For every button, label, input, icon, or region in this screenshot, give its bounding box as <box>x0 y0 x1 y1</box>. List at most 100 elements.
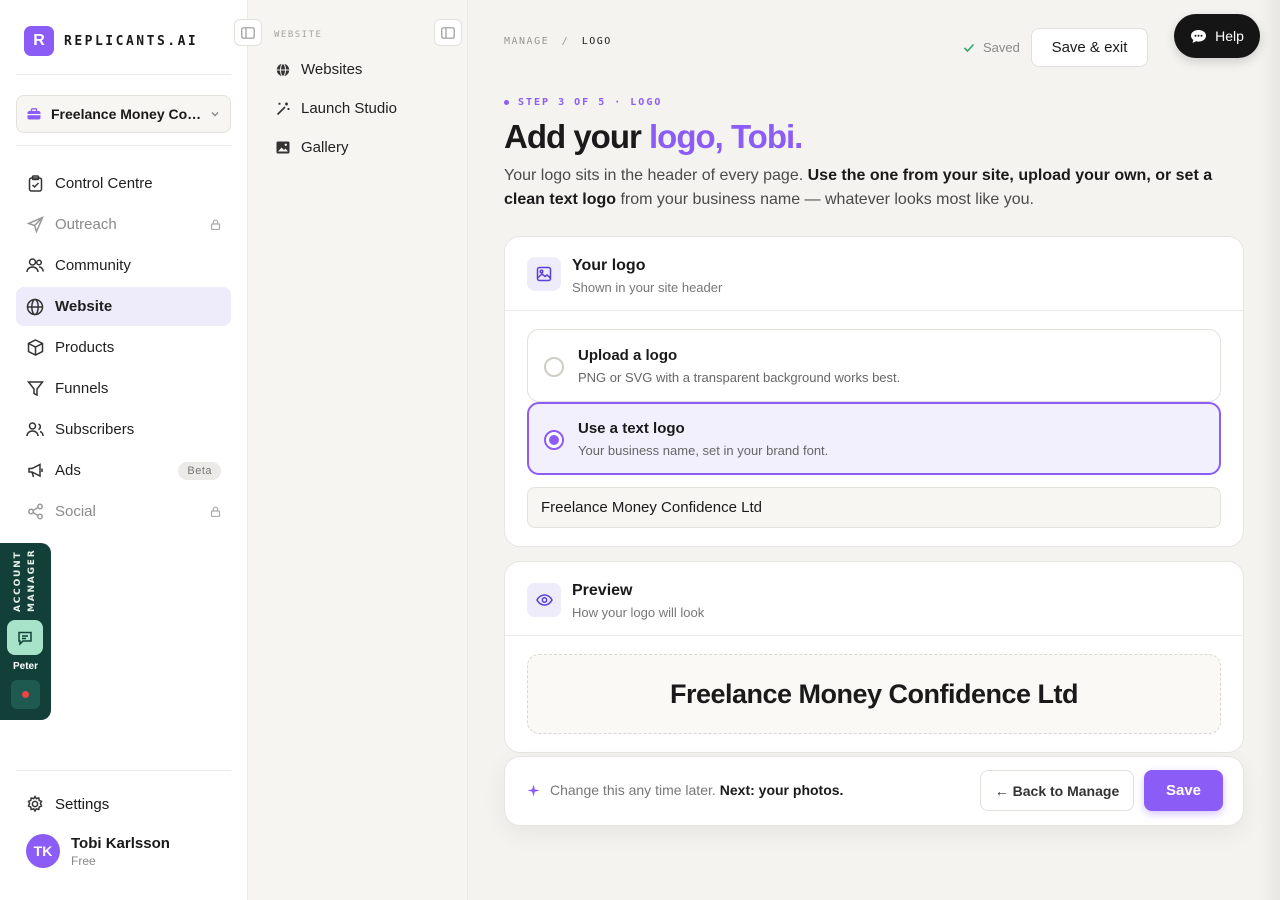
eye-icon <box>527 583 561 617</box>
status-dot <box>22 691 29 698</box>
clipboard-icon <box>26 175 44 193</box>
nav-label: Funnels <box>55 380 109 397</box>
breadcrumb-separator: / <box>561 36 570 47</box>
sparkle-icon <box>527 784 540 796</box>
image-icon <box>527 257 561 291</box>
card-subtitle: How your logo will look <box>572 605 705 620</box>
user-profile[interactable]: TK Tobi Karlsson Free <box>26 834 170 868</box>
user-plan: Free <box>71 853 96 868</box>
nav-item-social[interactable]: Social <box>16 492 231 531</box>
option-upload-logo[interactable]: Upload a logo PNG or SVG with a transpar… <box>527 329 1221 402</box>
avatar: TK <box>26 834 60 868</box>
nav-item-products[interactable]: Products <box>16 328 231 367</box>
nav-item-community[interactable]: Community <box>16 246 231 285</box>
settings-link[interactable]: Settings <box>26 795 109 813</box>
image-icon <box>276 141 290 154</box>
radio-text-logo[interactable] <box>544 430 564 450</box>
nav-label: Products <box>55 339 115 356</box>
nav-label: Ads <box>55 462 81 479</box>
nav-item-subscribers[interactable]: Subscribers <box>16 410 231 449</box>
beta-badge: Beta <box>178 461 221 480</box>
step-dot <box>504 100 509 105</box>
step-indicator: STEP 3 OF 5 · LOGO <box>504 97 662 108</box>
brand[interactable]: R REPLICANTS.AI <box>24 26 198 56</box>
nav-label: Social <box>55 503 96 520</box>
logo-preview: Freelance Money Confidence Ltd <box>527 654 1221 734</box>
subnav-title: WEBSITE <box>274 30 323 40</box>
preview-card: Preview How your logo will look Freelanc… <box>504 561 1244 753</box>
save-status: Saved <box>963 40 1020 55</box>
nav-item-outreach[interactable]: Outreach <box>16 205 231 244</box>
nav-label: Control Centre <box>55 175 153 192</box>
radio-upload-logo[interactable] <box>544 357 564 377</box>
subnav-item-gallery[interactable]: Gallery <box>276 139 349 156</box>
intro-part1: Your logo sits in the header of every pa… <box>504 167 808 184</box>
divider <box>16 770 231 771</box>
chat-bubble-icon <box>1191 29 1207 43</box>
globe-icon <box>276 62 290 77</box>
brand-name: REPLICANTS.AI <box>64 33 199 49</box>
card-subtitle: Shown in your site header <box>572 280 723 295</box>
nav-item-control-centre[interactable]: Control Centre <box>16 164 231 203</box>
send-icon <box>26 216 44 234</box>
account-manager-status[interactable] <box>11 680 40 709</box>
card-title: Your logo <box>572 257 646 274</box>
divider <box>16 145 231 146</box>
title-lead: Add your <box>504 118 649 155</box>
website-subnav: WEBSITE Websites Launch Studio Gallery <box>248 0 468 900</box>
sidebar-toggle-icon <box>241 26 255 39</box>
account-manager-name: Peter <box>12 661 38 672</box>
footer-next-step: Next: your photos. <box>719 782 844 798</box>
collapse-subnav-button[interactable] <box>434 19 462 46</box>
nav-label: Community <box>55 257 131 274</box>
box-icon <box>26 339 44 357</box>
breadcrumb-parent[interactable]: MANAGE <box>504 36 549 47</box>
subnav-label: Gallery <box>301 139 349 156</box>
subnav-label: Launch Studio <box>301 100 397 117</box>
sidebar-toggle-icon <box>441 26 455 39</box>
back-to-manage-button[interactable]: ← Back to Manage <box>980 770 1134 811</box>
subnav-label: Websites <box>301 61 363 78</box>
option-subtitle: PNG or SVG with a transparent background… <box>578 370 901 385</box>
nav-item-ads[interactable]: Ads Beta <box>16 451 231 490</box>
briefcase-icon <box>27 108 41 120</box>
help-label: Help <box>1215 28 1244 44</box>
share-icon <box>26 503 44 521</box>
title-accent: logo, Tobi. <box>649 118 803 155</box>
sidebar: R REPLICANTS.AI Freelance Money Confiden… <box>0 0 248 900</box>
footer-note-text: Change this any time later. <box>550 782 716 798</box>
collapse-sidebar-button[interactable] <box>234 19 262 46</box>
subnav-item-websites[interactable]: Websites <box>276 61 362 78</box>
option-text-logo[interactable]: Use a text logo Your business name, set … <box>527 402 1221 475</box>
save-button[interactable]: Save <box>1144 770 1223 811</box>
nav-item-website[interactable]: Website <box>16 287 231 326</box>
nav-label: Subscribers <box>55 421 135 438</box>
footer-bar: Change this any time later. Next: your p… <box>504 756 1244 826</box>
saved-label: Saved <box>983 40 1020 55</box>
account-manager-chat-button[interactable] <box>7 620 43 655</box>
check-icon <box>963 43 975 52</box>
intro-part2: from your business name — whatever looks… <box>616 191 1034 208</box>
save-exit-button[interactable]: Save & exit <box>1031 28 1148 67</box>
workspace-name: Freelance Money Confidence Ltd <box>51 106 206 122</box>
user-name: Tobi Karlsson <box>71 834 170 852</box>
nav-item-funnels[interactable]: Funnels <box>16 369 231 408</box>
divider <box>16 74 231 75</box>
breadcrumb: MANAGE / LOGO <box>504 36 612 47</box>
workspace-switcher[interactable]: Freelance Money Confidence Ltd <box>16 95 231 133</box>
subscribers-icon <box>26 421 44 439</box>
subnav-item-launch-studio[interactable]: Launch Studio <box>276 100 397 117</box>
card-header: Preview How your logo will look <box>505 562 1243 636</box>
megaphone-icon <box>26 462 44 480</box>
option-title: Upload a logo <box>578 347 678 364</box>
chevron-down-icon <box>211 112 219 117</box>
account-manager-label: ACCOUNT MANAGER <box>13 548 37 612</box>
funnel-icon <box>26 380 44 398</box>
help-button[interactable]: Help <box>1174 14 1260 58</box>
step-label: STEP 3 OF 5 · LOGO <box>518 97 663 108</box>
magic-wand-icon <box>276 102 290 115</box>
lock-icon <box>210 506 221 517</box>
chat-icon <box>18 631 32 646</box>
text-logo-input[interactable] <box>527 487 1221 528</box>
settings-label: Settings <box>55 795 110 813</box>
